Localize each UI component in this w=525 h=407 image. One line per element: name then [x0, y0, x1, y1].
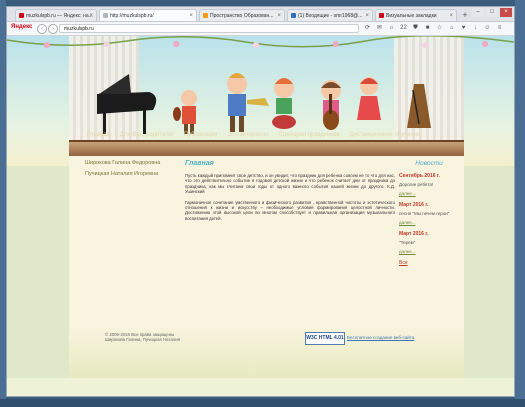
- mail-favicon-icon: [291, 13, 296, 18]
- bookmarks-favicon-icon: [379, 13, 384, 18]
- close-tab-icon[interactable]: ×: [89, 10, 93, 21]
- smile-icon[interactable]: ☺: [483, 23, 492, 33]
- menu-item-distance-learning[interactable]: Дистанционное обучение: [350, 132, 421, 138]
- author-link-shirokova[interactable]: Широкова Галина Федоровна: [85, 160, 177, 166]
- url-input[interactable]: muzkulspb.ru: [59, 24, 359, 33]
- yandex-logo[interactable]: Яндекс: [11, 24, 32, 30]
- singer-child-icon: [357, 77, 381, 120]
- forward-icon[interactable]: ›: [48, 24, 58, 34]
- tab-visual-bookmarks[interactable]: Визуальные закладки ×: [375, 9, 457, 21]
- intro-paragraph: Пусть каждый припомнит свое детство, и о…: [185, 173, 395, 195]
- news-sidebar: Новости Сентябрь 2016 г. Дорогие ребята!…: [399, 160, 459, 266]
- menu-item-publications[interactable]: Публикации: [184, 132, 218, 138]
- close-tab-icon[interactable]: ×: [449, 10, 453, 21]
- close-tab-icon[interactable]: ×: [277, 10, 281, 21]
- flower-garland: [7, 36, 514, 48]
- trumpet-child-icon: [227, 73, 269, 132]
- shield-icon[interactable]: ⛊: [411, 23, 420, 33]
- menu-item-parents[interactable]: Для Вас, родители!: [120, 132, 174, 138]
- counter-badge[interactable]: 22: [399, 23, 408, 33]
- download-icon[interactable]: ↓: [471, 23, 480, 33]
- square-icon[interactable]: ■: [423, 23, 432, 33]
- back-icon[interactable]: ‹: [37, 24, 47, 34]
- maximize-button[interactable]: □: [486, 8, 498, 17]
- menu-item-home[interactable]: Главная: [87, 132, 110, 138]
- edu-favicon-icon: [203, 13, 208, 18]
- left-sidebar: Широкова Галина Федоровна Пучицкая Натал…: [85, 160, 177, 182]
- guitar-child-icon: [321, 80, 341, 130]
- news-more-link[interactable]: далее...: [399, 220, 459, 225]
- news-date: Март 2016 г.: [399, 202, 429, 208]
- new-tab-button[interactable]: +: [459, 9, 471, 21]
- w3c-badge[interactable]: W3C HTML 4.01: [305, 332, 345, 345]
- window-controls: – □ ×: [472, 8, 512, 17]
- toolbar-icons: ⟳ ✉ ☼ 22 ⛊ ■ ☆ ⌂ ♥ ↓ ☺ ≡: [363, 23, 504, 33]
- yandex-favicon-icon: [19, 13, 24, 18]
- page-bottom: [7, 378, 514, 396]
- home-icon[interactable]: ⌂: [447, 23, 456, 33]
- tab-education-space[interactable]: Пространство Образован... ×: [199, 9, 285, 21]
- pocket-icon[interactable]: ♥: [459, 23, 468, 33]
- drum-child-icon: [272, 78, 296, 129]
- site-nav-menu: Главная Для Вас, родители! Публикации Эт…: [69, 128, 464, 142]
- reload-icon[interactable]: ⟳: [363, 23, 372, 33]
- page-favicon-icon: [103, 13, 108, 18]
- author-link-puchitskaya[interactable]: Пучицкая Наталия Игоревна: [85, 171, 177, 177]
- main-column: Главная Пусть каждый припомнит свое детс…: [185, 160, 395, 226]
- second-paragraph: Гармоничное сочетание умственного и физи…: [185, 199, 395, 221]
- news-text: "Терем": [399, 240, 416, 245]
- copyright-text: © 2009-2016 Все права защищены Широкова …: [105, 332, 180, 343]
- tab-yandex-search[interactable]: muzkulspb.ru — Яндекс: на... ×: [15, 9, 97, 21]
- close-tab-icon[interactable]: ×: [365, 10, 369, 21]
- page-title: Главная: [185, 160, 214, 167]
- news-date: Март 2016 г.: [399, 231, 429, 237]
- minimize-button[interactable]: –: [472, 8, 484, 17]
- news-all-link[interactable]: Все: [399, 260, 459, 266]
- tab-muzkulspb[interactable]: http://muzkulspb.ru/ ×: [99, 9, 197, 21]
- menu-item-interesting[interactable]: Это интересно: [227, 132, 268, 138]
- desktop-right-edge: [515, 0, 525, 407]
- address-bar-row: Яндекс ‹ › muzkulspb.ru ⟳ ✉ ☼ 22 ⛊ ■ ☆ ⌂…: [7, 22, 514, 36]
- news-text: песня "Мы печем герои": [399, 211, 450, 216]
- news-title: Новости: [415, 160, 443, 167]
- website-builder-link[interactable]: Бесплатное создание веб-сайта: [347, 335, 414, 340]
- metronome-icon: [407, 84, 431, 128]
- browser-window: muzkulspb.ru — Яндекс: на... × http://mu…: [6, 6, 515, 397]
- news-more-link[interactable]: далее...: [399, 191, 459, 196]
- close-window-button[interactable]: ×: [500, 8, 512, 17]
- grand-piano-icon: [97, 74, 157, 134]
- desktop-bottom-edge: [0, 399, 525, 407]
- menu-item-scenarios[interactable]: Сценарии праздников: [278, 132, 339, 138]
- menu-icon[interactable]: ≡: [495, 23, 504, 33]
- weather-icon[interactable]: ☼: [387, 23, 396, 33]
- close-tab-icon[interactable]: ×: [189, 10, 193, 21]
- tab-bar: muzkulspb.ru — Яндекс: на... × http://mu…: [7, 7, 514, 22]
- page-viewport: Главная Для Вас, родители! Публикации Эт…: [7, 36, 514, 396]
- tab-mail-inbox[interactable]: (1) Входящие - smr1968@... ×: [287, 9, 373, 21]
- star-icon[interactable]: ☆: [435, 23, 444, 33]
- news-text: Дорогие ребята!: [399, 182, 434, 187]
- mail-icon[interactable]: ✉: [375, 23, 384, 33]
- news-more-link[interactable]: далее...: [399, 249, 459, 254]
- news-date: Сентябрь 2016 г.: [399, 173, 440, 179]
